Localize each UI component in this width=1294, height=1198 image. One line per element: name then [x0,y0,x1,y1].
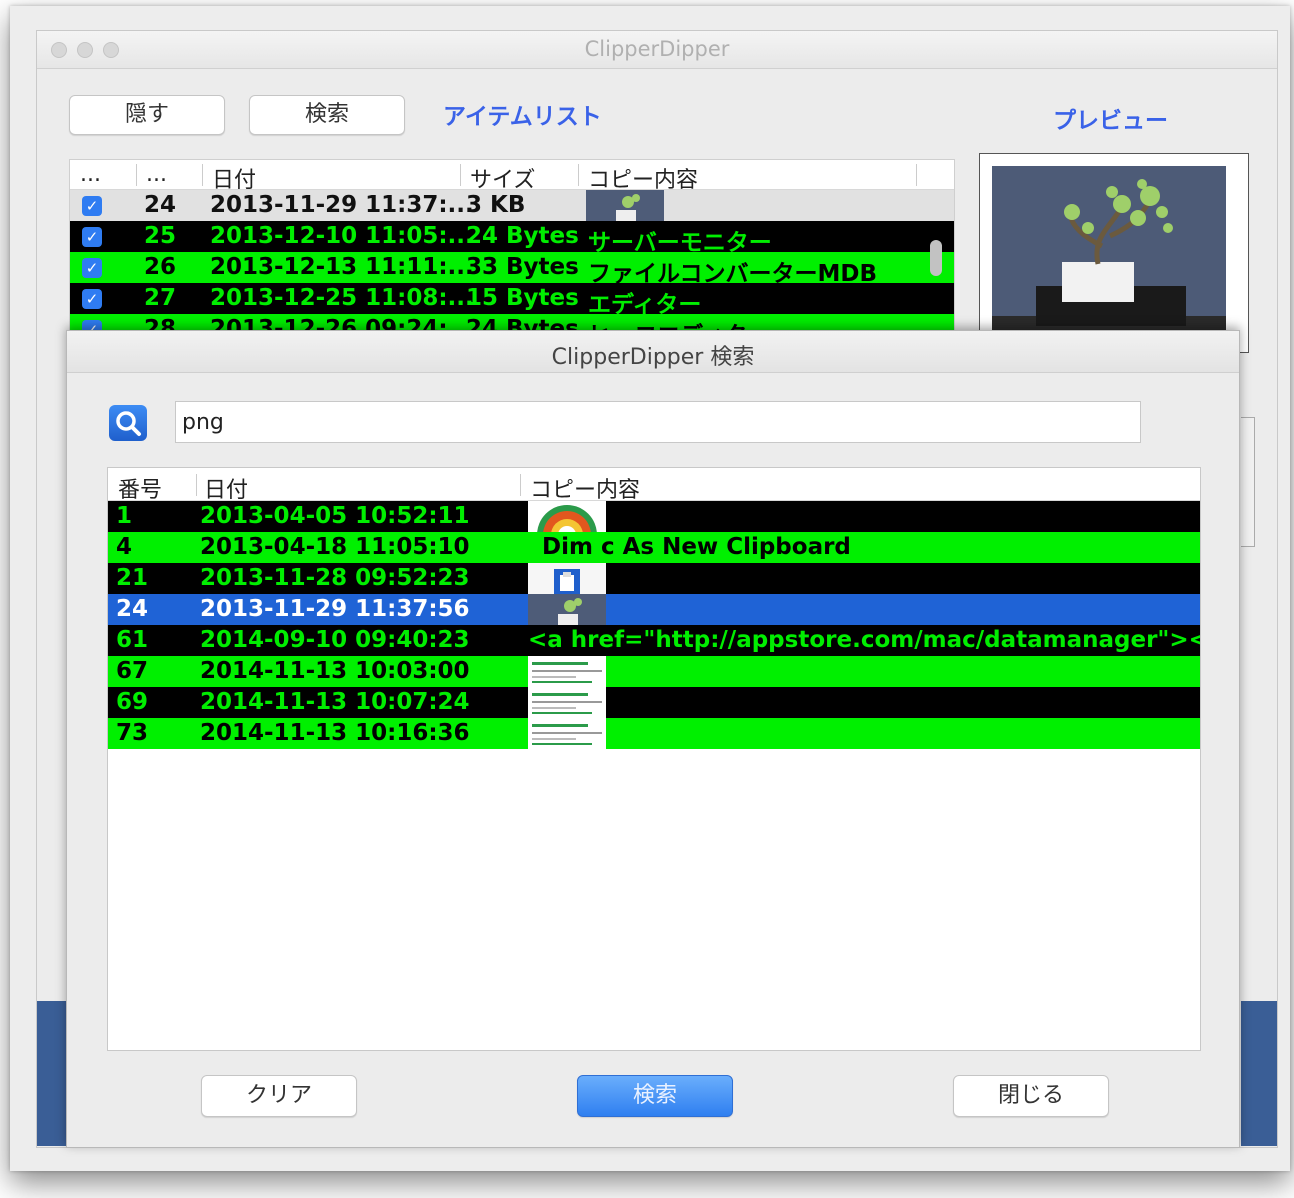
item-size: 24 Bytes [466,223,579,249]
item-checkbox[interactable]: ✓ [82,258,102,278]
result-thumbnail [528,656,606,687]
item-list-header: ... ... 日付 サイズ コピー内容 [70,160,954,193]
search-results-table[interactable]: 番号 日付 コピー内容 1 2013-04-05 10:52:11 4 2013-04… [107,467,1201,1051]
item-list-row[interactable]: ✓282013-12-26 09:24:...24 Bytesヒーコエディタ [70,314,954,331]
close-button[interactable]: 閉じる [953,1075,1109,1117]
result-row[interactable]: 1 2013-04-05 10:52:11 [108,501,1200,532]
result-content: Dim c As New Clipboard [542,534,851,560]
result-number: 73 [116,720,149,746]
sheet-title: ClipperDipper 検索 [551,345,755,370]
result-row[interactable]: 67 2014-11-13 10:03:00 [108,656,1200,687]
background-bar-right [1241,1001,1277,1146]
result-row[interactable]: 69 2014-11-13 10:07:24 [108,687,1200,718]
item-date: 2013-12-13 11:11:... [210,254,474,280]
item-checkbox[interactable]: ✓ [82,227,102,247]
result-number: 21 [116,565,149,591]
result-date: 2014-11-13 10:16:36 [200,720,470,746]
result-date: 2014-11-13 10:07:24 [200,689,470,715]
search-input[interactable] [175,401,1141,443]
clear-button[interactable]: クリア [201,1075,357,1117]
item-size: 33 Bytes [466,254,579,280]
search-sheet: ClipperDipper 検索 番号 日付 コピー内容 1 2013-04-05… [66,330,1240,1148]
result-row[interactable]: 21 2013-11-28 09:52:23 [108,563,1200,594]
item-number: 26 [144,254,177,280]
hide-button[interactable]: 隠す [69,95,225,135]
item-list-table[interactable]: ... ... 日付 サイズ コピー内容 ✓ 24 2013-11-29 11:37… [69,159,955,331]
item-list-row[interactable]: ✓ 26 2013-12-13 11:11:... 33 Bytes ファイルコンバータ… [70,252,954,287]
item-list-scrollbar[interactable] [930,240,942,276]
result-date: 2013-11-29 11:37:56 [200,596,470,622]
result-thumbnail [528,594,606,625]
item-date: 2013-11-29 11:37:... [210,192,474,218]
item-list-row[interactable]: ✓ 27 2013-12-25 11:08:... 15 Bytes エディター [70,283,954,318]
search-icon [109,405,147,441]
col-header-date[interactable]: 日付 [204,472,248,504]
result-date: 2013-04-18 11:05:10 [200,534,470,560]
col-header-number[interactable]: ... [146,162,167,187]
item-size: 3 KB [466,192,526,218]
result-row[interactable]: 61 2014-09-10 09:40:23 <a href="http://app… [108,625,1200,656]
result-thumbnail [528,501,606,532]
item-size: 24 Bytes [466,316,579,331]
result-number: 69 [116,689,149,715]
result-number: 4 [116,534,133,560]
item-number: 25 [144,223,177,249]
result-number: 67 [116,658,149,684]
item-list-row[interactable]: ✓ 24 2013-11-29 11:37:... 3 KB [70,190,954,221]
item-number: 27 [144,285,177,311]
results-header: 番号 日付 コピー内容 [108,468,1200,504]
item-date: 2013-12-26 09:24:... [210,316,474,331]
item-content: ヒーコエディタ [588,316,747,330]
item-date: 2013-12-25 11:08:... [210,285,474,311]
result-thumbnail [528,687,606,718]
search-button[interactable]: 検索 [249,95,405,135]
result-row[interactable]: 73 2014-11-13 10:16:36 [108,718,1200,749]
result-date: 2013-04-05 10:52:11 [200,503,470,529]
item-checkbox[interactable]: ✓ [82,289,102,309]
item-list-label: アイテムリスト [443,104,602,130]
result-date: 2013-11-28 09:52:23 [200,565,470,591]
window-title: ClipperDipper [584,37,730,61]
preview-panel [979,153,1249,353]
item-checkbox[interactable]: ✓ [82,196,102,216]
col-header-number[interactable]: 番号 [118,472,162,504]
item-number: 28 [144,316,177,331]
preview-label: プレビュー [1053,108,1168,134]
result-number: 24 [116,596,149,622]
result-thumbnail [528,718,606,749]
result-date: 2014-09-10 09:40:23 [200,627,470,653]
item-list-row[interactable]: ✓ 25 2013-12-10 11:05:... 24 Bytes サーバーモニター [70,221,954,256]
col-header-check[interactable]: ... [80,162,101,187]
result-content: <a href="http://appstore.com/mac/dataman… [528,627,1201,653]
title-bar[interactable]: ClipperDipper [37,31,1277,69]
result-row[interactable]: 4 2013-04-18 11:05:10 Dim c As New Clipboa… [108,532,1200,563]
item-size: 15 Bytes [466,285,579,311]
search-submit-button[interactable]: 検索 [577,1075,733,1117]
result-number: 1 [116,503,133,529]
result-number: 61 [116,627,149,653]
result-row[interactable]: 24 2013-11-29 11:37:56 [108,594,1200,625]
item-number: 24 [144,192,177,218]
background-window-edge [1241,417,1255,547]
sheet-title-bar: ClipperDipper 検索 [67,331,1239,373]
col-header-content[interactable]: コピー内容 [530,472,640,504]
background-bar-left [37,1001,69,1146]
item-thumbnail [586,190,664,221]
item-date: 2013-12-10 11:05:... [210,223,474,249]
result-thumbnail [528,563,606,594]
preview-image [992,166,1226,352]
result-date: 2014-11-13 10:03:00 [200,658,470,684]
